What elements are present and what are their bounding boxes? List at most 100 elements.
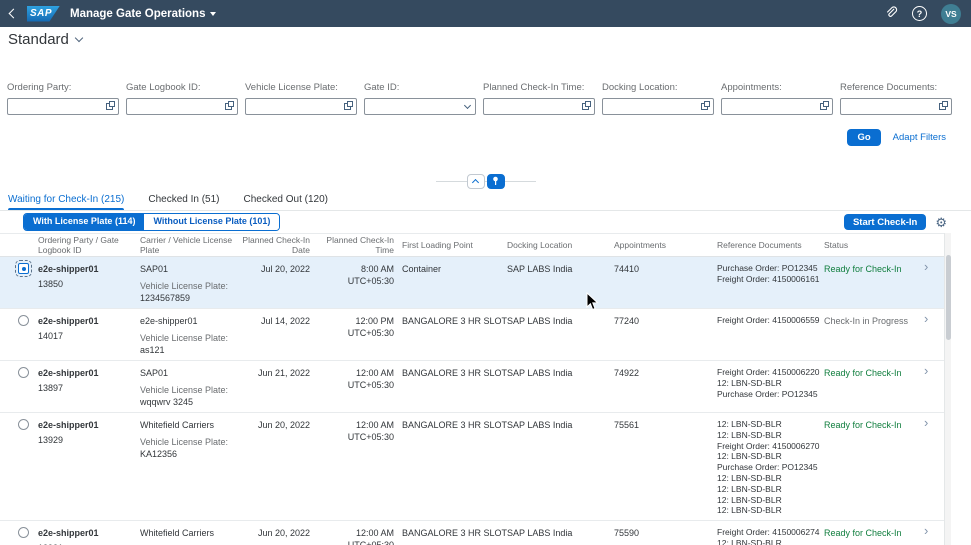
table-row[interactable]: e2e-shipper01 13897 SAP01 Vehicle Licens… — [0, 361, 944, 413]
gate-logbook-id: 14017 — [38, 330, 132, 342]
paperclip-icon[interactable] — [883, 5, 898, 23]
filter-docking-location: Docking Location: — [602, 82, 714, 115]
row-radio[interactable] — [18, 263, 29, 274]
appointments: 74922 — [614, 361, 717, 412]
value-help-icon[interactable] — [582, 103, 589, 110]
col-navigation — [924, 234, 944, 256]
go-button[interactable]: Go — [847, 129, 880, 146]
filter-gate-logbook-id: Gate Logbook ID: — [126, 82, 238, 115]
avatar[interactable]: VS — [941, 4, 961, 24]
appointments-input[interactable] — [721, 98, 833, 115]
appointments: 75590 — [614, 521, 717, 545]
value-help-icon[interactable] — [939, 103, 946, 110]
filter-vehicle-license-plate: Vehicle License Plate: — [245, 82, 357, 115]
chevron-down-icon — [210, 12, 216, 16]
table-row[interactable]: e2e-shipper01 14017 e2e-shipper01 Vehicl… — [0, 309, 944, 361]
adapt-filters-link[interactable]: Adapt Filters — [893, 132, 946, 143]
ordering-party: e2e-shipper01 — [38, 315, 132, 327]
planned-date: Jun 20, 2022 — [240, 413, 318, 520]
status-text: Ready for Check-In — [824, 257, 924, 308]
reference-documents: Freight Order: 4150006559 — [717, 309, 824, 360]
back-icon[interactable] — [9, 9, 19, 19]
icon-tab-bar: Waiting for Check-In (215) Checked In (5… — [0, 190, 971, 211]
planned-time: 12:00 AMUTC+05:30 — [318, 521, 402, 545]
segment-without-license-plate[interactable]: Without License Plate (101) — [144, 214, 279, 230]
gate-logbook-id: 13929 — [38, 434, 132, 446]
table-row[interactable]: e2e-shipper01 13929 Whitefield Carriers … — [0, 413, 944, 521]
table-row[interactable]: e2e-shipper01 13850 SAP01 Vehicle Licens… — [0, 257, 944, 309]
tab-checked-out[interactable]: Checked Out (120) — [244, 194, 329, 210]
planned-time: 12:00 AMUTC+05:30 — [318, 413, 402, 520]
ordering-party-input[interactable] — [7, 98, 119, 115]
gate-logbook-id: 13850 — [38, 278, 132, 290]
col-carrier: Carrier / Vehicle LicensePlate — [140, 234, 240, 256]
filter-label: Gate Logbook ID: — [126, 82, 238, 93]
value-help-icon[interactable] — [344, 103, 351, 110]
reference-documents-input[interactable] — [840, 98, 952, 115]
table-row[interactable]: e2e-shipper01 13931 Whitefield Carriers … — [0, 521, 944, 545]
collapse-header-button[interactable] — [467, 174, 485, 189]
tab-waiting-for-checkin[interactable]: Waiting for Check-In (215) — [8, 194, 124, 210]
row-radio[interactable] — [18, 367, 29, 378]
col-planned-date: Planned Check-InDate — [240, 234, 318, 256]
docking-location-input[interactable] — [602, 98, 714, 115]
row-chevron-icon[interactable]: › — [924, 523, 928, 538]
reference-documents: 12: LBN-SD-BLR12: LBN-SD-BLRFreight Orde… — [717, 413, 824, 520]
row-chevron-icon[interactable]: › — [924, 363, 928, 378]
first-loading-point: BANGALORE 3 HR SLOT — [402, 521, 507, 545]
row-radio[interactable] — [18, 419, 29, 430]
value-help-icon[interactable] — [106, 103, 113, 110]
reference-documents: Freight Order: 415000622012: LBN-SD-BLRP… — [717, 361, 824, 412]
docking-location: SAP LABS India — [507, 521, 614, 545]
planned-time: 12:00 PMUTC+05:30 — [318, 309, 402, 360]
filter-gate-id: Gate ID: — [364, 82, 476, 115]
help-icon[interactable]: ? — [912, 6, 927, 21]
pin-header-button[interactable] — [487, 174, 505, 189]
settings-gear-icon[interactable]: ⚙ — [935, 216, 947, 229]
table-header: Ordering Party / GateLogbook ID Carrier … — [0, 233, 944, 257]
planned-time: 8:00 AMUTC+05:30 — [318, 257, 402, 308]
first-loading-point: Container — [402, 257, 507, 308]
vehicle-license-plate-input[interactable] — [245, 98, 357, 115]
scrollbar-thumb[interactable] — [946, 255, 951, 340]
app-title[interactable]: Manage Gate Operations — [70, 8, 216, 20]
vlp-value: KA12356 — [140, 448, 232, 460]
app-title-text: Manage Gate Operations — [70, 8, 205, 20]
sap-logo: SAP — [27, 6, 60, 22]
value-help-icon[interactable] — [225, 103, 232, 110]
ordering-party: e2e-shipper01 — [38, 419, 132, 431]
segment-with-license-plate[interactable]: With License Plate (114) — [24, 214, 144, 230]
planned-date: Jun 20, 2022 — [240, 521, 318, 545]
vertical-scrollbar[interactable] — [944, 233, 951, 545]
vlp-label: Vehicle License Plate: — [140, 384, 232, 396]
row-chevron-icon[interactable]: › — [924, 415, 928, 430]
value-help-icon[interactable] — [701, 103, 708, 110]
carrier: SAP01 — [140, 367, 232, 379]
filter-label: Planned Check-In Time: — [483, 82, 595, 93]
start-checkin-button[interactable]: Start Check-In — [844, 214, 926, 230]
row-chevron-icon[interactable]: › — [924, 259, 928, 274]
status-text: Ready for Check-In — [824, 413, 924, 520]
docking-location: SAP LABS India — [507, 361, 614, 412]
gate-logbook-id-input[interactable] — [126, 98, 238, 115]
pin-icon — [491, 176, 500, 186]
row-radio[interactable] — [18, 527, 29, 538]
status-text: Ready for Check-In — [824, 521, 924, 545]
table-toolbar: With License Plate (114) Without License… — [0, 212, 971, 232]
row-chevron-icon[interactable]: › — [924, 311, 928, 326]
filter-reference-documents: Reference Documents: — [840, 82, 952, 115]
filter-label: Ordering Party: — [7, 82, 119, 93]
planned-date: Jul 14, 2022 — [240, 309, 318, 360]
first-loading-point: BANGALORE 3 HR SLOT — [402, 309, 507, 360]
chevron-down-icon[interactable] — [75, 33, 83, 41]
gate-id-select[interactable] — [364, 98, 476, 115]
planned-checkin-time-input[interactable] — [483, 98, 595, 115]
value-help-icon[interactable] — [820, 103, 827, 110]
gate-logbook-id: 13897 — [38, 382, 132, 394]
appointments: 77240 — [614, 309, 717, 360]
variant-management[interactable]: Standard — [8, 31, 82, 48]
shell-bar: SAP Manage Gate Operations ? VS — [0, 0, 971, 27]
status-text: Check-In in Progress — [824, 309, 924, 360]
tab-checked-in[interactable]: Checked In (51) — [148, 194, 219, 210]
row-radio[interactable] — [18, 315, 29, 326]
